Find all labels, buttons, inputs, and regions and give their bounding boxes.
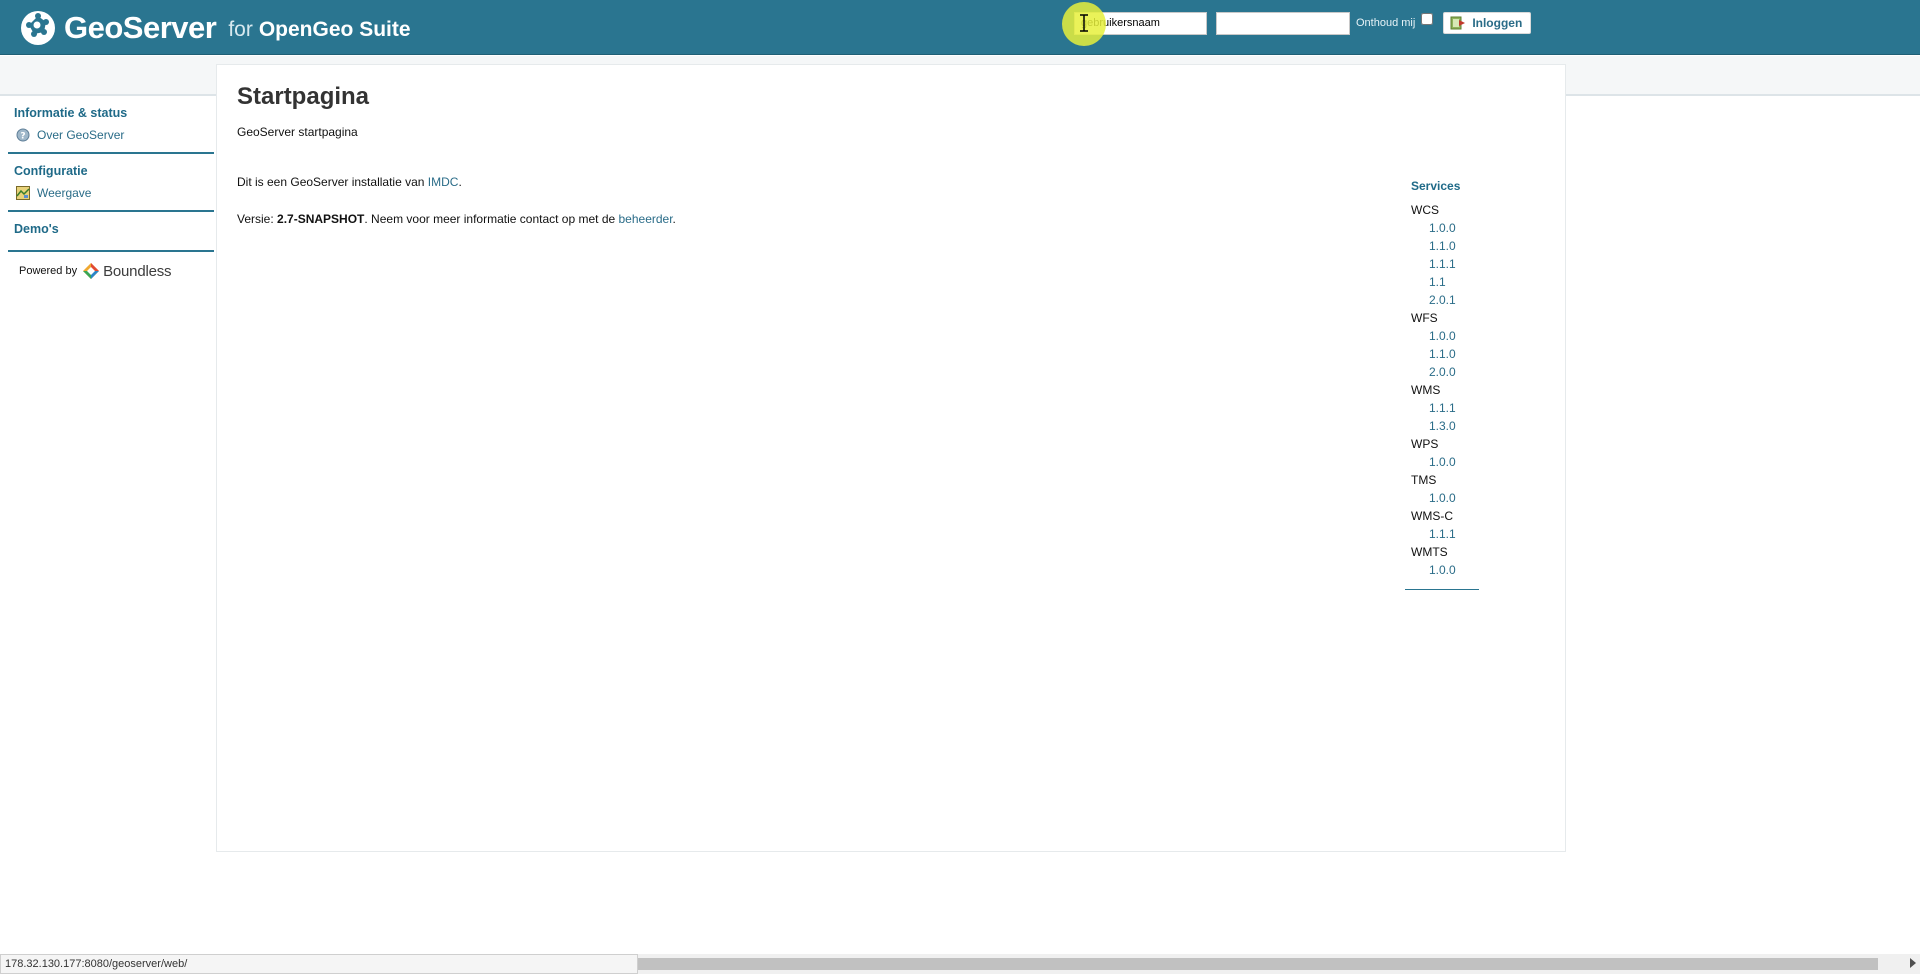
nav-section-config: Configuratie Weergave (8, 154, 214, 212)
geoserver-logo[interactable]: GeoServer for OpenGeo Suite (20, 8, 411, 48)
page-title: Startpagina (237, 83, 370, 110)
service-version-link[interactable]: 1.1.0 (1429, 345, 1479, 363)
help-icon: ? (16, 128, 30, 142)
nav-section-title: Informatie & status (14, 106, 128, 120)
service-name-tms: TMS (1411, 473, 1437, 487)
page-subtitle: GeoServer startpagina (237, 125, 358, 139)
sidebar-nav: Informatie & status ? Over GeoServer Con… (0, 96, 216, 280)
login-icon (1450, 16, 1466, 30)
sidebar-item-label: Over GeoServer (37, 128, 125, 142)
powered-by-label: Powered by (19, 265, 78, 277)
services-title: Services (1411, 179, 1461, 193)
map-icon (16, 186, 30, 200)
service-version-link[interactable]: 2.0.0 (1429, 363, 1479, 381)
nav-section-demos[interactable]: Demo's (8, 212, 214, 252)
service-version-link[interactable]: 1.0.0 (1429, 489, 1479, 507)
service-version-link[interactable]: 1.1.1 (1429, 255, 1479, 273)
status-bar-url: 178.32.130.177:8080/geoserver/web/ (0, 954, 638, 974)
service-version-link[interactable]: 1.0.0 (1429, 453, 1479, 471)
service-name-wps: WPS (1411, 437, 1439, 451)
powered-by-brand: Boundless (103, 262, 172, 280)
sidebar-item-weergave[interactable]: Weergave (14, 184, 214, 202)
header-bar: GeoServer for OpenGeo Suite Onthoud mij … (0, 0, 1920, 55)
service-name-wms: WMS (1411, 383, 1441, 397)
imdc-link[interactable]: IMDC (428, 175, 459, 189)
service-version-link[interactable]: 1.3.0 (1429, 417, 1479, 435)
service-version-link[interactable]: 1.1.1 (1429, 525, 1479, 543)
horizontal-scrollbar[interactable] (638, 954, 1920, 974)
version-text: Versie: 2.7-SNAPSHOT. Neem voor meer inf… (237, 212, 676, 226)
version-middle: . Neem voor meer informatie contact op m… (364, 212, 619, 226)
services-list: Services WCS 1.0.0 1.1.0 1.1.1 1.1 2.0.1 WFS 1.… (1405, 179, 1479, 590)
service-version-link[interactable]: 1.1 (1429, 273, 1479, 291)
username-input[interactable] (1074, 11, 1207, 35)
intro-text: Dit is een GeoServer installatie van IMD… (237, 175, 462, 189)
sidebar-item-over-geoserver[interactable]: ? Over GeoServer (14, 126, 214, 144)
service-version-link[interactable]: 1.0.0 (1429, 327, 1479, 345)
remember-me-label: Onthoud mij (1356, 17, 1416, 29)
service-version-link[interactable]: 1.1.1 (1429, 399, 1479, 417)
geoserver-logo-icon (21, 11, 55, 45)
version-prefix: Versie: (237, 212, 278, 226)
brand-for: for (228, 18, 253, 41)
service-name-wfs: WFS (1411, 311, 1438, 325)
version-value: 2.7-SNAPSHOT (277, 212, 365, 226)
service-version-link[interactable]: 1.1.0 (1429, 237, 1479, 255)
scroll-right-arrow-icon[interactable] (1910, 958, 1916, 968)
service-name-wcs: WCS (1411, 203, 1439, 217)
nav-section-title: Configuratie (14, 164, 88, 178)
login-form: Onthoud mij Inloggen (1074, 11, 1532, 35)
boundless-logo-icon (83, 263, 100, 279)
service-name-wmts: WMTS (1411, 545, 1448, 559)
scrollbar-thumb[interactable] (638, 958, 1878, 970)
service-version-link[interactable]: 1.0.0 (1429, 561, 1479, 579)
service-version-link[interactable]: 2.0.1 (1429, 291, 1479, 309)
powered-by-boundless[interactable]: Powered by Boundless (19, 262, 216, 280)
nav-section-info: Informatie & status ? Over GeoServer (8, 96, 214, 154)
administrator-link[interactable]: beheerder (619, 212, 673, 226)
service-name-wms-c: WMS-C (1411, 509, 1453, 523)
main-content: Startpagina GeoServer startpagina Dit is… (216, 64, 1566, 852)
remember-me-checkbox[interactable] (1421, 13, 1434, 25)
login-button[interactable]: Inloggen (1443, 12, 1532, 34)
brand-suite: OpenGeo Suite (258, 18, 411, 41)
version-suffix: . (672, 212, 676, 226)
service-version-link[interactable]: 1.0.0 (1429, 219, 1479, 237)
services-groups: WCS 1.0.0 1.1.0 1.1.1 1.1 2.0.1 WFS 1.0.0 1.1.0 2… (1405, 201, 1479, 579)
password-input[interactable] (1216, 11, 1350, 35)
svg-text:?: ? (20, 132, 25, 142)
login-button-label: Inloggen (1472, 16, 1523, 30)
intro-prefix: Dit is een GeoServer installatie van (237, 175, 428, 189)
brand-name: GeoServer (64, 10, 217, 45)
intro-suffix: . (458, 175, 462, 189)
nav-section-title: Demo's (14, 222, 59, 236)
sidebar-item-label: Weergave (37, 186, 92, 200)
